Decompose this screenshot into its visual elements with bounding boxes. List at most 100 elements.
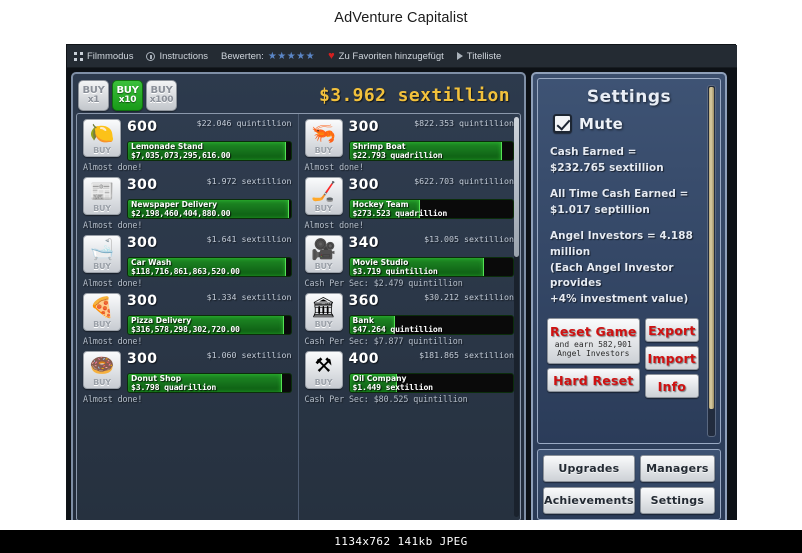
business-line1: 340 $13.005 sextillion [349,235,515,256]
title-list-button[interactable]: Titelliste [456,50,502,62]
film-mode-label: Filmmodus [87,50,134,62]
business-line1: 300 $622.703 quintillion [349,177,515,198]
business-progress-bar[interactable]: Oil Company $1.449 sextillion [348,373,514,393]
business-buy-button[interactable]: 🏒 BUY [304,177,343,215]
business-status: Cash Per Sec: $80.525 quintillion [304,394,468,404]
info-button[interactable]: Info [644,374,700,399]
instructions-button[interactable]: Instructions [146,51,208,62]
business-status: Almost done! [83,162,143,172]
business-row: 🦐 BUY 300 $822.353 quintillion Shrimp Boat $2… [304,119,514,172]
business-header: BUY x1 BUY x10 BUY x100 $3.962 sextillio… [76,77,521,113]
settings-stat-line: (Each Angel Investor provides [550,261,674,290]
mute-row[interactable]: Mute [547,114,711,133]
mute-checkbox[interactable] [553,114,572,133]
settings-main: Settings Mute Cash Earned = $232.765 sext… [537,78,721,444]
business-scrollbar-thumb[interactable] [514,117,519,257]
settings-stat-line: All Time Cash Earned = [550,188,689,201]
business-progress-bar[interactable]: Car Wash $118,716,861,863,520.00 [127,257,292,277]
business-progress-bar[interactable]: Newspaper Delivery $2,198,460,404,880.00 [127,199,292,219]
business-progress-bar[interactable]: Shrimp Boat $22.793 quadrillion [348,141,514,161]
buy-x1-top: BUY [82,84,105,96]
settings-stat-line: $232.765 sextillion [550,161,664,174]
rating-control[interactable]: Bewerten: ★★★★★ [221,51,315,62]
business-info: 300 $1.334 sextillion Pizza Delivery $316,5… [121,293,292,335]
business-count: 300 [348,177,379,193]
business-count: 360 [348,293,379,309]
business-progress-bar[interactable]: Hockey Team $273.523 quadrillion [348,199,514,219]
star-rating-icon[interactable]: ★★★★★ [268,51,315,62]
info-label: Info [657,378,687,394]
buy-x10-button[interactable]: BUY x10 [112,79,143,111]
business-buy-button[interactable]: 📰 BUY [83,177,121,215]
newspaper-icon: 📰 [89,179,115,203]
title-list-label: Titelliste [466,50,502,62]
business-buy-button[interactable]: 🍋 BUY [83,119,121,157]
business-buy-label: BUY [314,204,333,213]
business-progress-bar[interactable]: Bank $47.264 quintillion [348,315,514,335]
settings-stat-group: Cash Earned = $232.765 sextillion [547,145,711,176]
business-info: 300 $1.060 sextillion Donut Shop $3.798 qua… [121,351,292,393]
lemon-icon: 🍋 [89,121,115,145]
business-buy-label: BUY [314,262,333,271]
business-progress-bar[interactable]: Lemonade Stand $7,035,073,295,616.00 [127,141,292,161]
business-progress-bar[interactable]: Pizza Delivery $316,578,298,302,720.00 [127,315,292,335]
business-line1: 300 $1.972 sextillion [127,177,292,198]
settings-scrollbar-thumb[interactable] [709,87,714,409]
movie-camera-icon: 🎥 [311,237,336,261]
business-column-left: 🍋 BUY 600 $22.046 quintillion Lemonade Stand… [77,114,299,520]
favorite-button[interactable]: ♥ Zu Favoriten hinzugefügt [328,50,444,62]
export-button[interactable]: Export [644,318,700,343]
settings-stat-group: Angel Investors = 4.188 million (Each Ang… [547,229,711,307]
business-buy-button[interactable]: ⚒ BUY [304,351,343,389]
business-cost: $1.641 sextillion [206,234,292,244]
import-button[interactable]: Import [644,346,700,371]
business-row: 📰 BUY 300 $1.972 sextillion Newspaper Delive… [83,177,292,230]
business-row: ⚒ BUY 400 $181.865 sextillion Oil Company $1.… [304,351,514,404]
oil-rig-icon: ⚒ [314,353,333,377]
nav-achievements-button[interactable]: Achievements [543,487,635,514]
film-mode-icon [74,51,83,61]
bank-icon: 🏛 [310,295,337,319]
business-top: 🍕 BUY 300 $1.334 sextillion Pizza Delivery $3… [83,293,292,335]
business-scrollbar[interactable] [514,117,519,517]
hard-reset-button[interactable]: Hard Reset [547,368,640,393]
business-buy-button[interactable]: 🦐 BUY [304,119,343,157]
business-count: 300 [127,293,158,309]
film-mode-button[interactable]: Filmmodus [74,51,133,62]
reset-game-button[interactable]: Reset Game and earn 582,901 Angel Invest… [547,318,640,365]
nav-upgrades-button[interactable]: Upgrades [543,455,635,482]
business-progress-bar[interactable]: Movie Studio $3.719 quintillion [348,257,514,277]
nav-settings-button[interactable]: Settings [639,487,715,514]
business-top: 🍩 BUY 300 $1.060 sextillion Donut Shop $3.798… [83,351,292,393]
nav-managers-button[interactable]: Managers [639,455,715,482]
business-info: 300 $1.972 sextillion Newspaper Delivery $2… [121,177,292,219]
play-triangle-icon [456,52,463,60]
carwash-icon: 🛁 [89,237,115,261]
business-buy-button[interactable]: 🍩 BUY [83,351,121,389]
business-row: 🍋 BUY 600 $22.046 quintillion Lemonade Stand… [83,119,292,172]
business-top: 🦐 BUY 300 $822.353 quintillion Shrimp Boat $2… [304,119,514,161]
reset-column-left: Reset Game and earn 582,901 Angel Invest… [547,318,640,398]
business-top: 🏒 BUY 300 $622.703 quintillion Hockey Team $2… [304,177,515,219]
buy-x100-top: BUY [150,84,173,96]
buy-x100-button[interactable]: BUY x100 [146,79,177,111]
business-buy-button[interactable]: 🛁 BUY [83,235,121,273]
business-line1: 300 $1.641 sextillion [127,235,292,256]
business-status: Almost done! [83,220,143,230]
info-icon [146,51,156,61]
business-top: 🏛 BUY 360 $30.212 sextillion Bank $47.264 qui… [304,293,514,335]
business-buy-button[interactable]: 🍕 BUY [83,293,121,331]
settings-scrollbar[interactable] [707,85,716,437]
business-progress-text: Donut Shop $3.798 quadrillion [128,374,291,392]
shrimp-icon: 🦐 [311,121,336,145]
business-buy-button[interactable]: 🎥 BUY [304,235,343,273]
business-progress-bar[interactable]: Donut Shop $3.798 quadrillion [127,373,292,393]
business-revenue: $3.719 quintillion [352,266,438,277]
business-panel: BUY x1 BUY x10 BUY x100 $3.962 sextillio… [71,72,526,526]
cash-total: $3.962 sextillion [318,84,510,106]
buy-x1-bottom: x1 [87,94,100,105]
business-progress-text: Pizza Delivery $316,578,298,302,720.00 [128,316,291,334]
business-progress-text: Bank $47.264 quintillion [350,316,514,334]
business-buy-button[interactable]: 🏛 BUY [304,293,343,331]
buy-x1-button[interactable]: BUY x1 [78,79,109,111]
